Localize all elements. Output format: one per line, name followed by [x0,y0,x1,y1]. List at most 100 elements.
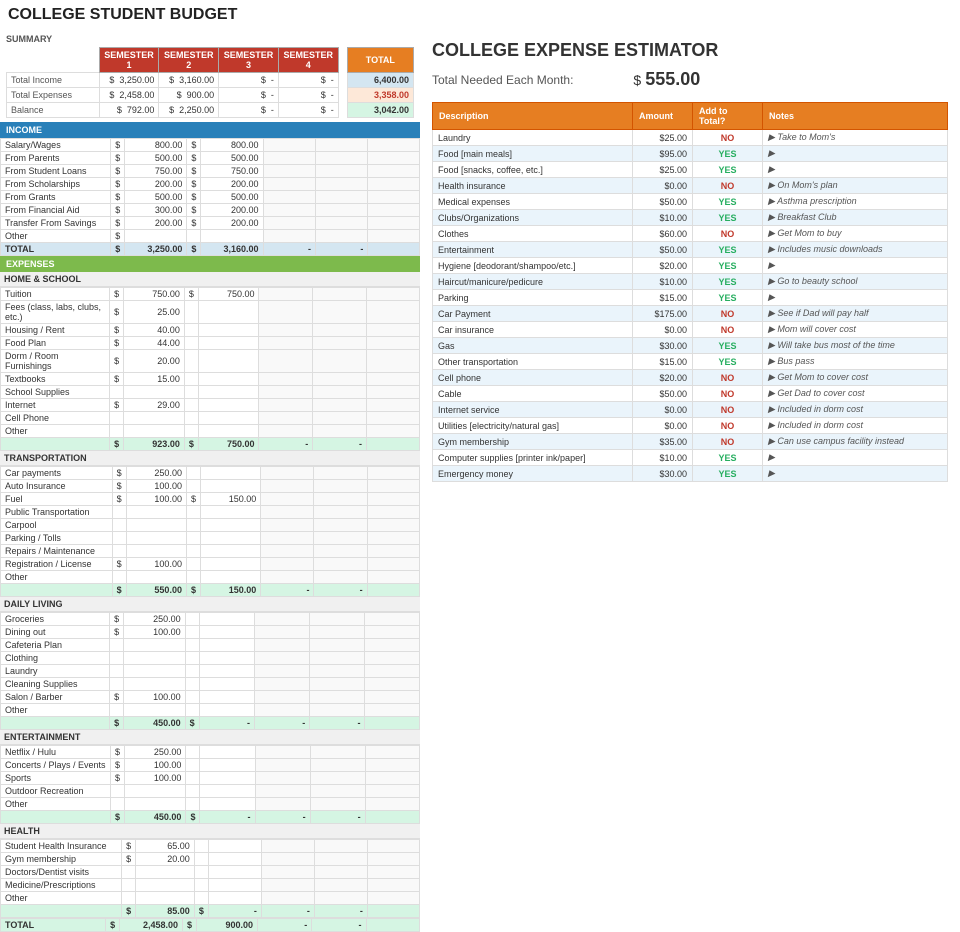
est-notes: ▶ Included in dorm cost [763,402,948,418]
summary-table: SEMESTER 1 SEMESTER 2 SEMESTER 3 SEMESTE… [6,47,414,118]
est-add: NO [693,418,763,434]
est-add: YES [693,146,763,162]
home-school-table: Tuition $ 750.00 $ 750.00 Fees (class, l… [0,287,420,451]
est-desc: Cable [433,386,633,402]
est-notes: ▶ See if Dad will pay half [763,306,948,322]
est-amount: $10.00 [633,274,693,290]
est-notes: ▶ [763,290,948,306]
est-desc: Cell phone [433,370,633,386]
est-amount: $50.00 [633,386,693,402]
est-amount: $50.00 [633,194,693,210]
est-amount: $30.00 [633,466,693,482]
est-desc: Health insurance [433,178,633,194]
est-desc: Laundry [433,130,633,146]
est-desc: Car Payment [433,306,633,322]
est-desc: Gym membership [433,434,633,450]
est-desc: Food [snacks, coffee, etc.] [433,162,633,178]
est-add: NO [693,226,763,242]
sem2-header: SEMESTER 2 [159,48,219,73]
estimator-title: COLLEGE EXPENSE ESTIMATOR [432,40,948,61]
expenses-header: EXPENSES [0,256,420,272]
est-add: YES [693,338,763,354]
est-amount: $0.00 [633,402,693,418]
est-amount: $0.00 [633,418,693,434]
est-notes: ▶ Go to beauty school [763,274,948,290]
daily-living-table: Groceries $ 250.00 Dining out $ 100.00 C… [0,612,420,730]
health-label: HEALTH [0,824,420,839]
total-needed-value: 555.00 [645,69,700,90]
est-notes: ▶ Breakfast Club [763,210,948,226]
est-desc: Other transportation [433,354,633,370]
est-add: YES [693,466,763,482]
est-add: YES [693,354,763,370]
est-desc: Parking [433,290,633,306]
est-notes: ▶ [763,258,948,274]
est-add: NO [693,370,763,386]
est-desc: Computer supplies [printer ink/paper] [433,450,633,466]
sem4-header: SEMESTER 4 [278,48,338,73]
est-desc: Internet service [433,402,633,418]
est-add: NO [693,306,763,322]
est-add: NO [693,434,763,450]
est-amount: $95.00 [633,146,693,162]
est-add: NO [693,322,763,338]
total-needed-label: Total Needed Each Month: [432,73,573,87]
transportation-label: TRANSPORTATION [0,451,420,466]
est-notes: ▶ Get Mom to buy [763,226,948,242]
est-add: NO [693,402,763,418]
est-add: YES [693,162,763,178]
est-add: YES [693,258,763,274]
total-header: TOTAL [347,48,413,73]
home-school-label: HOME & SCHOOL [0,272,420,287]
summary-section: SUMMARY SEMESTER 1 SEMESTER 2 SEMESTER 3… [0,30,420,122]
est-add: YES [693,290,763,306]
est-notes: ▶ Includes music downloads [763,242,948,258]
est-amount: $20.00 [633,370,693,386]
est-add: NO [693,386,763,402]
main-layout: SUMMARY SEMESTER 1 SEMESTER 2 SEMESTER 3… [0,30,960,932]
est-add: YES [693,450,763,466]
est-amount: $25.00 [633,162,693,178]
transportation-table: Car payments $ 250.00 Auto Insurance $ 1… [0,466,420,597]
sem3-header: SEMESTER 3 [219,48,279,73]
income-header: INCOME [0,122,420,138]
est-desc: Clubs/Organizations [433,210,633,226]
est-amount-header: Amount [633,103,693,130]
est-notes: ▶ Get Dad to cover cost [763,386,948,402]
sem1-header: SEMESTER 1 [99,48,159,73]
est-desc: Medical expenses [433,194,633,210]
est-desc: Car insurance [433,322,633,338]
est-notes: ▶ Bus pass [763,354,948,370]
est-add: NO [693,178,763,194]
income-table: Salary/Wages $ 800.00 $ 800.00 From Pare… [0,138,420,256]
est-add: YES [693,194,763,210]
est-desc: Food [main meals] [433,146,633,162]
est-notes: ▶ [763,146,948,162]
summary-label: SUMMARY [6,34,414,44]
est-amount: $10.00 [633,210,693,226]
est-amount: $50.00 [633,242,693,258]
est-amount: $15.00 [633,354,693,370]
est-desc: Gas [433,338,633,354]
est-amount: $25.00 [633,130,693,146]
est-notes: ▶ Can use campus facility instead [763,434,948,450]
est-amount: $0.00 [633,322,693,338]
est-add: YES [693,242,763,258]
est-add-header: Add to Total? [693,103,763,130]
est-add: YES [693,210,763,226]
est-notes: ▶ Mom will cover cost [763,322,948,338]
est-notes: ▶ Will take bus most of the time [763,338,948,354]
est-notes-header: Notes [763,103,948,130]
right-column: COLLEGE EXPENSE ESTIMATOR Total Needed E… [420,30,960,492]
est-desc-header: Description [433,103,633,130]
total-needed-row: Total Needed Each Month: $ 555.00 [432,69,948,90]
page-title: COLLEGE STUDENT BUDGET [0,0,960,30]
entertainment-table: Netflix / Hulu $ 250.00 Concerts / Plays… [0,745,420,824]
est-amount: $10.00 [633,450,693,466]
est-add: YES [693,274,763,290]
est-notes: ▶ Get Mom to cover cost [763,370,948,386]
est-amount: $35.00 [633,434,693,450]
est-notes: ▶ Take to Mom's [763,130,948,146]
estimator-table: Description Amount Add to Total? Notes L… [432,102,948,482]
grand-total-table: TOTAL $ 2,458.00 $ 900.00 - - [0,918,420,932]
